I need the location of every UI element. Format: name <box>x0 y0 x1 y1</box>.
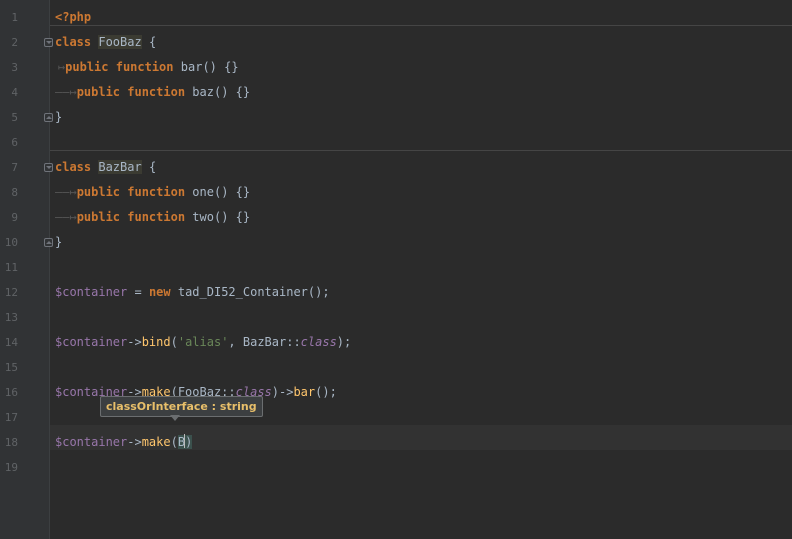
method-body: () {} <box>202 60 239 74</box>
arrow-operator: -> <box>127 335 142 349</box>
code-line-14: $container->bind('alias', BazBar::class)… <box>55 330 351 355</box>
line-number: 8 <box>11 186 18 199</box>
keyword: public function <box>76 210 186 224</box>
brace: } <box>55 235 63 249</box>
line-number: 6 <box>11 136 18 149</box>
line-number: 12 <box>4 286 18 299</box>
keyword: public function <box>76 85 186 99</box>
code-line-2: class FooBaz { <box>55 30 156 55</box>
code-line-4: ——↦public function baz() {} <box>55 80 250 105</box>
method-name: one <box>192 185 214 199</box>
paren: ); <box>336 335 352 349</box>
code-editor[interactable]: 1 2 3 4 5 7 6 8 9 10 11 12 13 14 15 16 1… <box>0 0 792 539</box>
tooltip-pointer <box>170 415 180 421</box>
method-body: () {} <box>213 85 251 99</box>
brace: { <box>141 160 157 174</box>
method-body: () {} <box>213 185 251 199</box>
arrow-operator: -> <box>127 435 142 449</box>
line-number: 9 <box>11 211 18 224</box>
line-number: 17 <box>4 411 18 424</box>
method-call: bar <box>293 385 316 399</box>
code-line-10: } <box>55 230 62 255</box>
line-number: 14 <box>4 336 18 349</box>
code-line-1: <?php <box>55 5 91 30</box>
line-number: 5 <box>11 111 18 124</box>
code-line-5: } <box>55 105 62 130</box>
method-body: () {} <box>213 210 251 224</box>
line-number: 7 <box>11 161 18 174</box>
code-line-9: ——↦public function two() {} <box>55 205 250 230</box>
operator: = <box>127 285 149 299</box>
paren: ( <box>170 335 178 349</box>
code-line-18[interactable]: $container->make(B) <box>55 430 193 455</box>
line-number: 16 <box>4 386 18 399</box>
constructor-call: tad_DI52_Container(); <box>170 285 330 299</box>
keyword: new <box>148 285 171 299</box>
brace: } <box>55 110 63 124</box>
method-name: baz <box>192 85 214 99</box>
keyword: public function <box>65 60 174 74</box>
argument: , BazBar:: <box>228 335 301 349</box>
tab-marker: ——↦ <box>55 210 77 224</box>
code-line-8: ——↦public function one() {} <box>55 180 250 205</box>
class-constant: class <box>300 335 337 349</box>
tab-marker: ——↦ <box>55 185 77 199</box>
code-line-7: class BazBar { <box>55 155 156 180</box>
line-number: 15 <box>4 361 18 374</box>
method-call: make <box>141 435 171 449</box>
php-open-tag: <?php <box>55 10 92 24</box>
line-number-gutter[interactable]: 1 2 3 4 5 7 6 8 9 10 11 12 13 14 15 16 1… <box>0 0 50 539</box>
variable: $container <box>55 285 128 299</box>
arrow-operator: )-> <box>271 385 294 399</box>
brace: { <box>141 35 157 49</box>
class-name: FooBaz <box>98 35 142 49</box>
line-number: 18 <box>4 436 18 449</box>
line-number: 13 <box>4 311 18 324</box>
code-area[interactable]: <?php class FooBaz { ↦public function ba… <box>50 0 792 539</box>
paren: ) <box>185 435 193 449</box>
keyword: class <box>55 160 92 174</box>
code-line-12: $container = new tad_DI52_Container(); <box>55 280 330 305</box>
line-number: 3 <box>11 61 18 74</box>
line-number: 19 <box>4 461 18 474</box>
method-name: two <box>192 210 214 224</box>
class-name: BazBar <box>98 160 142 174</box>
paren: (); <box>315 385 337 399</box>
keyword: public function <box>76 185 186 199</box>
parameter-info-tooltip: classOrInterface : string <box>100 396 263 417</box>
variable: $container <box>55 435 128 449</box>
line-number: 2 <box>11 36 18 49</box>
method-name: bar <box>180 60 203 74</box>
string-literal: 'alias' <box>177 335 229 349</box>
code-line-3: ↦public function bar() {} <box>55 55 239 80</box>
line-number: 4 <box>11 86 18 99</box>
variable: $container <box>55 335 128 349</box>
method-call: bind <box>141 335 171 349</box>
keyword: class <box>55 35 92 49</box>
line-number: 1 <box>11 11 18 24</box>
line-number: 10 <box>4 236 18 249</box>
line-number: 11 <box>4 261 18 274</box>
tab-marker: ——↦ <box>55 85 77 99</box>
paren: ( <box>170 435 178 449</box>
